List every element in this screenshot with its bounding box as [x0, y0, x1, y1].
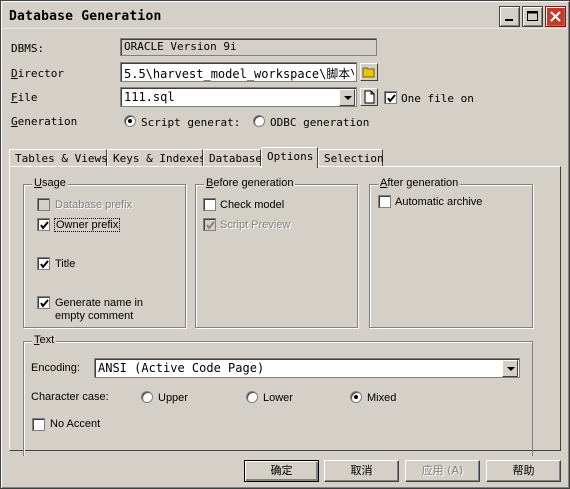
document-icon [364, 90, 375, 104]
maximize-icon [527, 11, 538, 21]
checkmark-icon [40, 221, 49, 230]
generate-name-label-line2: empty comment [55, 310, 134, 322]
help-button[interactable]: 帮助 [486, 460, 561, 482]
owner-prefix-checkbox[interactable] [37, 218, 50, 231]
title-bar: Database Generation [3, 3, 567, 29]
checkmark-icon [206, 221, 215, 230]
case-upper-label: Upper [158, 392, 188, 404]
after-generation-group: After generation Automatic archive [369, 177, 533, 328]
close-icon [550, 11, 561, 22]
window-title: Database Generation [9, 9, 162, 24]
owner-prefix-label: Owner prefix [54, 218, 121, 232]
title-label: Title [55, 258, 76, 270]
tab-tables-views[interactable]: Tables & Views [9, 149, 108, 167]
no-accent-label: No Accent [50, 418, 101, 430]
director-input[interactable]: 5.5\harvest_model_workspace\脚本\ [120, 62, 357, 82]
database-prefix-label: Database prefix [55, 199, 133, 211]
text-group: Text Encoding: ANSI (Active Code Page) C… [23, 334, 533, 456]
script-generation-label: Script generat: [141, 116, 241, 129]
case-lower-radio[interactable] [246, 391, 258, 403]
case-upper-radio[interactable] [141, 391, 153, 403]
file-combobox[interactable]: 111.sql [120, 87, 357, 107]
checkmark-icon [387, 94, 396, 103]
cancel-button[interactable]: 取消 [324, 460, 399, 482]
case-mixed-radio[interactable] [350, 391, 362, 403]
director-label: Director [11, 67, 64, 80]
one-file-checkbox[interactable] [384, 91, 397, 104]
director-value: 5.5\harvest_model_workspace\脚本\ [124, 67, 354, 81]
close-button[interactable] [545, 6, 566, 27]
no-accent-checkbox[interactable] [32, 418, 45, 431]
checkmark-icon [40, 260, 49, 269]
minimize-icon [505, 19, 513, 21]
title-checkbox[interactable] [37, 257, 50, 270]
tab-keys-indexes[interactable]: Keys & Indexes [107, 149, 206, 167]
character-case-label: Character case: [31, 391, 109, 403]
automatic-archive-label: Automatic archive [395, 196, 483, 208]
checkmark-icon [40, 299, 49, 308]
dbms-field: ORACLE Version 9i [120, 38, 377, 56]
script-preview-checkbox[interactable] [203, 218, 216, 231]
generation-label: Generation [11, 115, 78, 128]
folder-icon [362, 67, 375, 78]
tab-options[interactable]: Options [261, 147, 318, 168]
one-file-label: One file on [401, 92, 474, 105]
encoding-dropdown-arrow[interactable] [502, 360, 518, 377]
generate-name-checkbox[interactable] [37, 296, 50, 309]
options-panel: Usage Database prefix Owner prefix Title… [9, 166, 561, 456]
after-generation-title: After generation [378, 177, 461, 189]
encoding-label: Encoding: [31, 362, 80, 374]
script-generation-radio[interactable] [124, 115, 136, 127]
automatic-archive-checkbox[interactable] [378, 195, 391, 208]
usage-group: Usage Database prefix Owner prefix Title… [23, 177, 186, 328]
before-generation-title: Before generation [204, 177, 296, 189]
minimize-button[interactable] [499, 6, 520, 27]
case-mixed-label: Mixed [367, 392, 397, 404]
generate-name-label-line1: Generate name in [55, 297, 144, 309]
script-preview-label: Script Preview [220, 219, 291, 231]
tab-selection[interactable]: Selection [318, 149, 384, 167]
file-dropdown-arrow[interactable] [339, 89, 355, 106]
odbc-generation-radio[interactable] [253, 115, 265, 127]
dbms-value: ORACLE Version 9i [124, 40, 237, 53]
ok-button[interactable]: 确定 [244, 460, 319, 482]
usage-group-title: Usage [32, 177, 68, 189]
check-model-label: Check model [220, 199, 285, 211]
apply-button[interactable]: 应用 (A) [405, 460, 480, 482]
edit-file-button[interactable] [360, 88, 378, 106]
case-lower-label: Lower [263, 392, 293, 404]
text-group-title: Text [32, 334, 57, 346]
check-model-checkbox[interactable] [203, 198, 216, 211]
odbc-generation-label: ODBC generation [270, 116, 370, 129]
tab-database[interactable]: Database [203, 149, 262, 167]
maximize-button[interactable] [522, 6, 543, 27]
dialog-window: Database Generation DBMS: ORACLE Version… [0, 0, 570, 489]
dbms-label: DBMS: [11, 42, 45, 55]
file-label: File [11, 91, 38, 104]
browse-folder-button[interactable] [360, 63, 378, 81]
file-value: 111.sql [124, 90, 175, 104]
database-prefix-checkbox[interactable] [37, 198, 50, 211]
encoding-combobox[interactable]: ANSI (Active Code Page) [94, 358, 520, 378]
before-generation-group: Before generation Check model Script Pre… [195, 177, 358, 328]
encoding-value: ANSI (Active Code Page) [98, 361, 265, 375]
